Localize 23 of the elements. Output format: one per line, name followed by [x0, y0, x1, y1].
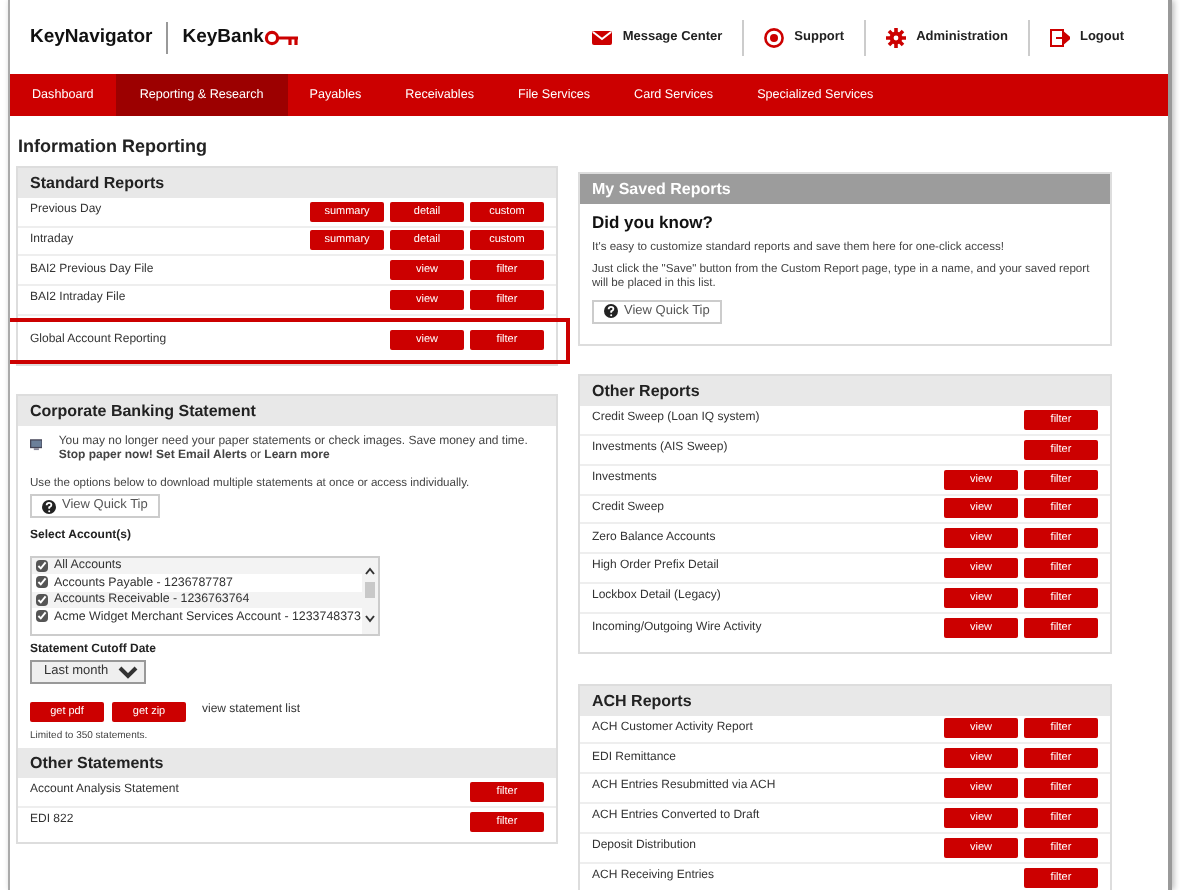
- panel-header: Corporate Banking Statement: [18, 395, 556, 426]
- tip-heading: Did you know?: [592, 211, 715, 232]
- panel-header: ACH Reports: [580, 685, 1110, 716]
- panel-header: Other Reports: [580, 376, 1110, 407]
- computer-icon: [30, 435, 43, 454]
- panel-header: My Saved Reports: [580, 173, 1110, 204]
- account-checkbox[interactable]: [36, 610, 48, 623]
- panel-header: Standard Reports: [18, 167, 556, 198]
- logout-icon: [1049, 27, 1070, 47]
- help-icon: [604, 304, 618, 319]
- account-checkbox[interactable]: [36, 576, 48, 589]
- panel-header: Other Statements: [18, 747, 556, 778]
- settings-icon: [886, 27, 907, 47]
- envelope-icon: [592, 27, 613, 47]
- account-checkbox[interactable]: [36, 559, 48, 572]
- account-checkbox[interactable]: [36, 593, 48, 606]
- key-icon: [263, 29, 300, 45]
- scrollbar[interactable]: [362, 557, 378, 634]
- help-icon: [42, 499, 56, 514]
- page-title: Information Reporting: [16, 134, 209, 160]
- bank-logo: KeyBank: [182, 25, 264, 49]
- product-logo: KeyNavigator: [30, 25, 153, 49]
- support-icon: [764, 27, 785, 47]
